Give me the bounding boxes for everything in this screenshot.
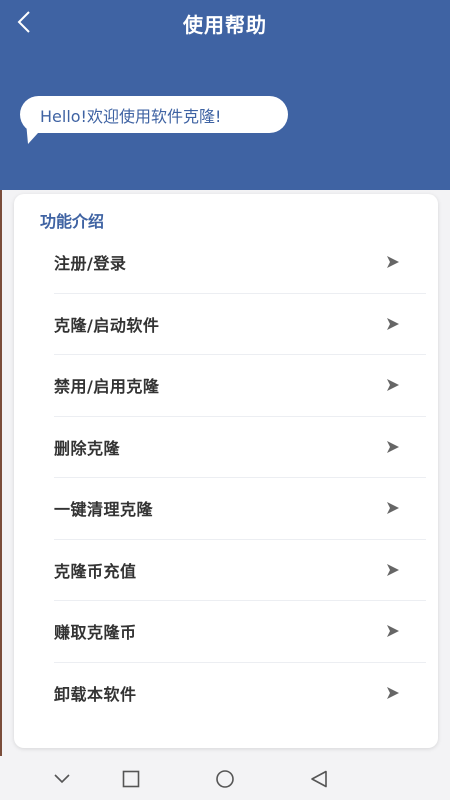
chevron-down-icon [54, 774, 70, 784]
list-item-clone-launch[interactable]: 克隆/启动软件 [54, 294, 426, 355]
bubble-tail [26, 122, 48, 144]
system-nav-bar [0, 756, 450, 800]
square-icon [122, 770, 140, 788]
nav-back-button[interactable] [308, 768, 330, 790]
nav-home-button[interactable] [214, 768, 236, 790]
list-item-delete-clone[interactable]: 删除克隆 [54, 417, 426, 478]
page-title: 使用帮助 [183, 13, 267, 37]
list-item-one-click-clean[interactable]: 一键清理克隆 [54, 478, 426, 540]
list-item-label: 赚取克隆币 [54, 623, 137, 643]
list-item-recharge[interactable]: 克隆币充值 [54, 540, 426, 601]
greeting-text: Hello!欢迎使用软件克隆! [40, 106, 222, 126]
list-item-label: 禁用/启用克隆 [54, 377, 160, 397]
list-item-label: 一键清理克隆 [54, 500, 154, 520]
list-item-earn-coins[interactable]: 赚取克隆币 [54, 601, 426, 663]
arrow-right-icon [387, 440, 399, 453]
feature-card: 功能介绍 注册/登录 克隆/启动软件 禁用/启用克隆 删除克隆 一键清理克隆 克… [14, 194, 438, 748]
arrow-right-icon [387, 625, 399, 638]
list-item-label: 卸载本软件 [54, 685, 137, 705]
nav-hide-button[interactable] [51, 768, 73, 790]
list-item-register-login[interactable]: 注册/登录 [54, 232, 426, 294]
section-title: 功能介绍 [40, 212, 105, 231]
list-item-label: 删除克隆 [54, 438, 121, 458]
greeting-bubble: Hello!欢迎使用软件克隆! [20, 96, 288, 133]
nav-recents-button[interactable] [120, 768, 142, 790]
arrow-right-icon [387, 256, 399, 269]
list-item-uninstall[interactable]: 卸载本软件 [54, 663, 426, 725]
arrow-right-icon [387, 502, 399, 515]
list-item-label: 注册/登录 [54, 254, 127, 274]
circle-icon [216, 770, 234, 788]
arrow-right-icon [387, 379, 399, 392]
arrow-right-icon [387, 317, 399, 330]
arrow-right-icon [387, 563, 399, 576]
list-item-disable-enable[interactable]: 禁用/启用克隆 [54, 355, 426, 417]
list-item-label: 克隆/启动软件 [54, 315, 160, 335]
header-bar: 使用帮助 Hello!欢迎使用软件克隆! [0, 0, 450, 190]
triangle-back-icon [311, 770, 327, 788]
feature-list: 注册/登录 克隆/启动软件 禁用/启用克隆 删除克隆 一键清理克隆 克隆币充值 … [54, 232, 426, 724]
arrow-right-icon [387, 687, 399, 700]
list-item-label: 克隆币充值 [54, 561, 137, 581]
